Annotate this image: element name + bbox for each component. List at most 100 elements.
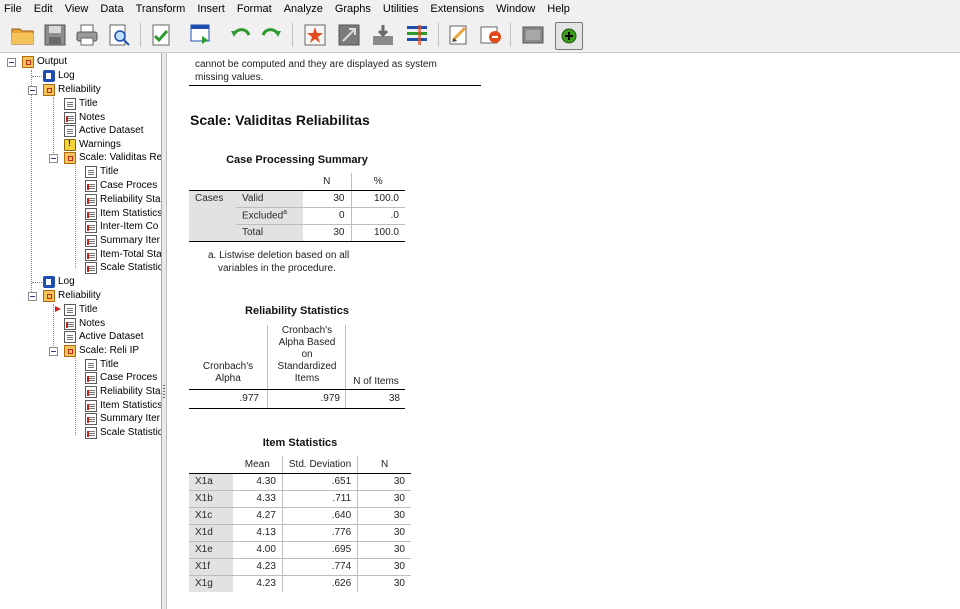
tree-item-reliability-stats-2[interactable]: Reliability Sta: [85, 385, 161, 398]
recall-dialog-icon[interactable]: [188, 22, 214, 48]
table-icon: [85, 234, 97, 247]
log-icon: [43, 69, 55, 82]
collapse-output-toggle[interactable]: [7, 58, 16, 67]
tree-item-scale-reli-ip[interactable]: Scale: Reli IP: [64, 344, 139, 357]
scale-title: Scale: Validitas Reliabilitas: [190, 112, 370, 128]
table-row: X1e 4.00 .695 30: [189, 540, 411, 558]
redo-icon[interactable]: [258, 22, 284, 48]
menu-format[interactable]: Format: [231, 0, 278, 18]
tree-item-active-dataset[interactable]: Active Dataset: [64, 124, 143, 137]
tree-item-reliability-stats[interactable]: Reliability Sta: [85, 193, 161, 206]
menu-utilities[interactable]: Utilities: [377, 0, 424, 18]
total-label: Total: [236, 223, 303, 242]
menu-data[interactable]: Data: [94, 0, 129, 18]
goto-variable-icon[interactable]: [336, 22, 362, 48]
tree-item-summary-item-2[interactable]: Summary Iter: [85, 412, 160, 425]
title-doc-icon: [64, 97, 76, 110]
menu-help[interactable]: Help: [541, 0, 576, 18]
item-statistics-table: Mean Std. Deviation N X1a 4.30 .651 30 X…: [189, 456, 411, 592]
select-last-output-icon[interactable]: [446, 22, 472, 48]
divider: [189, 85, 481, 86]
designate-window-icon[interactable]: [478, 22, 504, 48]
menu-view[interactable]: View: [59, 0, 95, 18]
output-book-icon: [22, 55, 34, 68]
table-row: X1c 4.27 .640 30: [189, 506, 411, 524]
tree-item-notes[interactable]: Notes: [64, 111, 105, 124]
scale-book-icon: [64, 151, 76, 164]
tree-item-item-statistics-2[interactable]: Item Statistics: [85, 399, 161, 412]
tree-item-item-statistics[interactable]: Item Statistics: [85, 207, 161, 220]
table-icon: [85, 179, 97, 192]
menu-window[interactable]: Window: [490, 0, 541, 18]
tree-item-reliability[interactable]: Reliability: [43, 83, 101, 96]
table-icon: [85, 193, 97, 206]
export-icon[interactable]: [148, 22, 174, 48]
reliability-book-icon: [43, 83, 55, 96]
tree-item-title-2[interactable]: Title: [64, 303, 98, 316]
case-processing-table: N % Cases Valid 30 100.0 Excludeda 0 .0 …: [189, 173, 405, 242]
open-folder-icon[interactable]: [10, 22, 36, 48]
insert-output-icon[interactable]: [555, 22, 583, 50]
notes-table-icon: [64, 111, 76, 124]
collapse-scale-toggle[interactable]: [49, 154, 58, 163]
goto-data-icon[interactable]: [302, 22, 328, 48]
toolbar: [0, 18, 960, 53]
table-icon: [85, 261, 97, 274]
hide-icon[interactable]: [520, 22, 546, 48]
tree-item-scale-title-2[interactable]: Title: [85, 358, 119, 371]
collapse-scale-2-toggle[interactable]: [49, 347, 58, 356]
cases-row-header: Cases: [189, 189, 236, 241]
excluded-label: Excludeda: [236, 206, 303, 224]
collapse-reliability-toggle[interactable]: [28, 86, 37, 95]
table-row: X1g 4.23 .626 30: [189, 574, 411, 592]
tree-item-summary-item[interactable]: Summary Iter: [85, 234, 160, 247]
menu-extensions[interactable]: Extensions: [424, 0, 490, 18]
menu-transform[interactable]: Transform: [130, 0, 192, 18]
menu-file[interactable]: File: [0, 0, 28, 18]
menu-insert[interactable]: Insert: [191, 0, 231, 18]
tree-item-log-2[interactable]: Log: [43, 275, 75, 288]
tree-item-title[interactable]: Title: [64, 97, 98, 110]
print-icon[interactable]: [74, 22, 100, 48]
menu-analyze[interactable]: Analyze: [278, 0, 329, 18]
tree-item-scale-statistics[interactable]: Scale Statistic: [85, 261, 161, 274]
table-icon: [85, 399, 97, 412]
print-preview-icon[interactable]: [106, 22, 132, 48]
tree-item-warnings[interactable]: Warnings: [64, 138, 121, 151]
tree-item-item-total[interactable]: Item-Total Sta: [85, 248, 161, 261]
previous-note-line-2: missing values.: [195, 72, 264, 83]
table-icon: [85, 412, 97, 425]
tree-item-notes-2[interactable]: Notes: [64, 317, 105, 330]
footnote-line-2: variables in the procedure.: [218, 263, 336, 274]
tree-item-scale-statistics-2[interactable]: Scale Statistic: [85, 426, 161, 439]
tree-item-case-processing[interactable]: Case Proces: [85, 179, 157, 192]
title-doc-icon: [85, 358, 97, 371]
table-icon: [85, 426, 97, 439]
tree-item-scale-validitas[interactable]: Scale: Validitas Re: [64, 151, 161, 164]
tree-item-output[interactable]: Output: [22, 55, 67, 68]
table-icon: [85, 207, 97, 220]
reliability-book-icon: [43, 289, 55, 302]
tree-item-active-dataset-2[interactable]: Active Dataset: [64, 330, 143, 343]
save-icon[interactable]: [42, 22, 68, 48]
case-processing-title: Case Processing Summary: [226, 154, 368, 166]
tree-item-inter-item[interactable]: Inter-Item Co: [85, 220, 158, 233]
undo-icon[interactable]: [228, 22, 254, 48]
insert-case-icon[interactable]: [370, 22, 396, 48]
reliability-statistics-title: Reliability Statistics: [245, 305, 349, 317]
variables-icon[interactable]: [404, 22, 430, 48]
table-row: X1d 4.13 .776 30: [189, 523, 411, 541]
log-icon: [43, 275, 55, 288]
tree-item-reliability-2[interactable]: Reliability: [43, 289, 101, 302]
menu-edit[interactable]: Edit: [28, 0, 59, 18]
tree-item-log[interactable]: Log: [43, 69, 75, 82]
reliability-values-row: .977 .979 38: [189, 390, 405, 409]
collapse-reliability-2-toggle[interactable]: [28, 292, 37, 301]
table-icon: [85, 248, 97, 261]
tree-item-scale-title[interactable]: Title: [85, 165, 119, 178]
table-icon: [85, 385, 97, 398]
menu-graphs[interactable]: Graphs: [329, 0, 377, 18]
tree-item-case-processing-2[interactable]: Case Proces: [85, 371, 157, 384]
footnote-line-1: a. Listwise deletion based on all: [208, 250, 350, 261]
menu-bar: File Edit View Data Transform Insert For…: [0, 0, 960, 18]
